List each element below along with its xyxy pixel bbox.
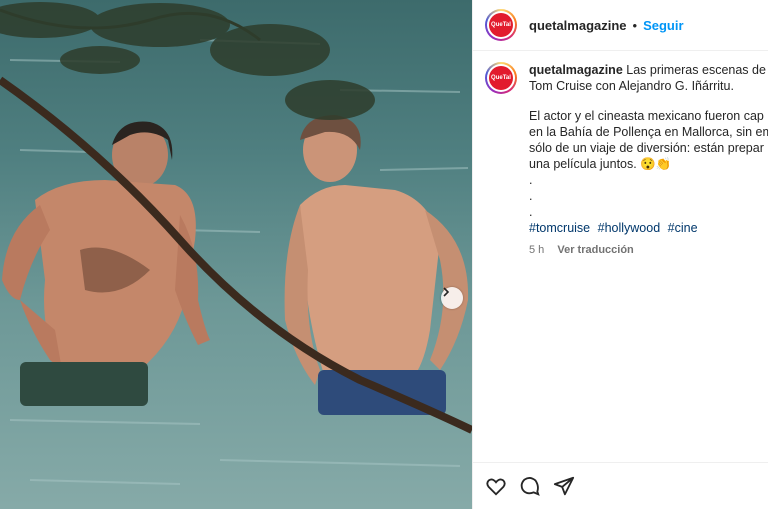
follow-button[interactable]: Seguir <box>643 18 683 33</box>
caption-avatar-logo: QueTal <box>489 66 513 90</box>
caption-line2: Tom Cruise con Alejandro G. Iñárritu. <box>529 79 734 93</box>
caption-body3: sólo de un viaje de diversión: están pre… <box>529 141 764 155</box>
hashtag-link[interactable]: #tomcruise <box>529 221 590 235</box>
caption-text: quetalmagazine Las primeras escenas de T… <box>529 62 768 258</box>
post-sidebar: QueTal quetalmagazine • Seguir QueTal qu… <box>472 0 768 509</box>
next-image-button[interactable] <box>441 287 463 309</box>
hashtags: #tomcruise #hollywood #cine <box>529 220 768 236</box>
photo-illustration <box>0 2 472 485</box>
hashtag-link[interactable]: #cine <box>668 221 698 235</box>
caption-line1: Las primeras escenas de <box>626 63 766 77</box>
right-man <box>284 115 469 415</box>
post-caption: QueTal quetalmagazine Las primeras escen… <box>485 62 768 258</box>
comment-icon[interactable] <box>519 475 541 497</box>
caption-body4: una película juntos. 😯👏 <box>529 157 672 171</box>
caption-dot: . <box>529 189 533 203</box>
action-bar <box>473 462 768 509</box>
post-header: QueTal quetalmagazine • Seguir <box>473 0 768 51</box>
caption-username[interactable]: quetalmagazine <box>529 63 623 77</box>
chevron-right-icon <box>443 287 450 297</box>
avatar[interactable]: QueTal <box>485 9 517 41</box>
instagram-post: QueTal quetalmagazine • Seguir QueTal qu… <box>0 0 768 509</box>
caption-avatar[interactable]: QueTal <box>485 62 517 94</box>
header-username[interactable]: quetalmagazine <box>529 18 627 33</box>
heart-icon[interactable] <box>485 475 507 497</box>
post-time: 5 h <box>529 244 545 256</box>
avatar-logo: QueTal <box>489 13 513 37</box>
caption-body1: El actor y el cineasta mexicano fueron c… <box>529 109 764 123</box>
share-icon[interactable] <box>553 475 575 497</box>
caption-body2: en la Bahía de Pollença en Mallorca, sin… <box>529 125 768 139</box>
caption-dot: . <box>529 173 533 187</box>
post-photo[interactable] <box>0 0 472 509</box>
caption-dot: . <box>529 205 533 219</box>
caption-meta: 5 h Ver traducción <box>529 242 768 258</box>
header-separator: • <box>632 17 638 33</box>
translate-button[interactable]: Ver traducción <box>557 244 633 256</box>
hashtag-link[interactable]: #hollywood <box>598 221 661 235</box>
